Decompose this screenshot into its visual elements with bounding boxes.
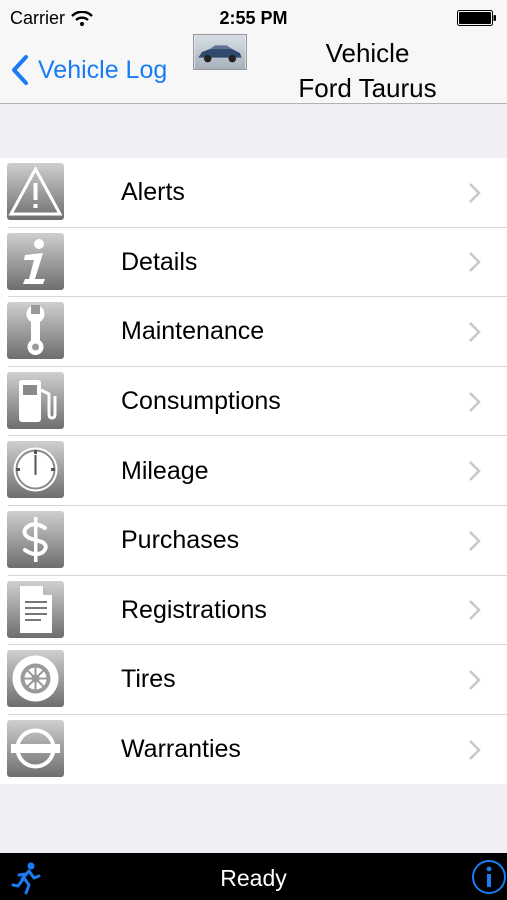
info-icon	[7, 232, 64, 290]
screen: Carrier 2:55 PM Vehicle Log Vehicle Ford…	[0, 0, 507, 900]
info-button-icon[interactable]	[471, 859, 507, 895]
chevron-right-icon	[469, 600, 481, 621]
title-line-1: Vehicle	[325, 38, 410, 68]
menu-row-label: Consumptions	[121, 387, 281, 416]
back-button[interactable]: Vehicle Log	[10, 50, 167, 90]
menu-row-registrations[interactable]: Registrations	[0, 575, 507, 646]
menu-row-tires[interactable]: Tires	[0, 645, 507, 715]
chevron-right-icon	[469, 322, 481, 342]
document-icon	[7, 580, 64, 638]
menu-row-label: Mileage	[121, 456, 209, 485]
page-title: Vehicle Ford Taurus	[260, 36, 475, 106]
vehicle-photo-icon	[193, 34, 247, 70]
menu-row-details[interactable]: Details	[0, 227, 507, 298]
status-text: Ready	[220, 865, 287, 891]
menu-row-consumptions[interactable]: Consumptions	[0, 366, 507, 437]
wrench-icon	[7, 302, 64, 360]
chevron-left-icon	[12, 55, 28, 85]
status-bar: Carrier 2:55 PM	[0, 0, 507, 34]
menu-row-warranties[interactable]: Warranties	[0, 714, 507, 785]
chevron-right-icon	[469, 182, 481, 203]
menu-row-label: Registrations	[121, 595, 267, 624]
menu-row-alerts[interactable]: Alerts	[0, 158, 507, 228]
odometer-icon	[7, 441, 64, 499]
dollar-icon	[7, 510, 64, 568]
clock: 2:55 PM	[219, 8, 288, 28]
chevron-right-icon	[469, 461, 481, 482]
menu-row-label: Details	[121, 247, 198, 276]
chevron-right-icon	[469, 739, 481, 760]
chevron-right-icon	[469, 530, 481, 551]
menu-list: Alerts Details Maintenance Consumptions …	[0, 158, 507, 785]
menu-row-label: Tires	[121, 665, 176, 694]
menu-row-label: Warranties	[121, 735, 241, 764]
bottom-toolbar: Ready	[0, 853, 507, 900]
chevron-right-icon	[469, 670, 481, 690]
menu-row-purchases[interactable]: Purchases	[0, 505, 507, 576]
chevron-right-icon	[469, 252, 481, 273]
menu-row-label: Alerts	[121, 178, 185, 207]
title-line-2: Ford Taurus	[298, 73, 437, 103]
warranty-badge-icon	[7, 719, 64, 777]
tire-icon	[7, 650, 64, 708]
battery-icon	[457, 10, 496, 26]
fuel-pump-icon	[7, 371, 64, 429]
menu-row-maintenance[interactable]: Maintenance	[0, 297, 507, 367]
menu-row-mileage[interactable]: Mileage	[0, 436, 507, 506]
menu-row-label: Purchases	[121, 526, 240, 555]
alert-triangle-icon	[7, 163, 64, 220]
menu-row-label: Maintenance	[121, 317, 265, 346]
navigation-bar: Vehicle Log Vehicle Ford Taurus	[0, 34, 507, 104]
chevron-right-icon	[469, 391, 481, 412]
back-button-label: Vehicle Log	[38, 55, 168, 84]
